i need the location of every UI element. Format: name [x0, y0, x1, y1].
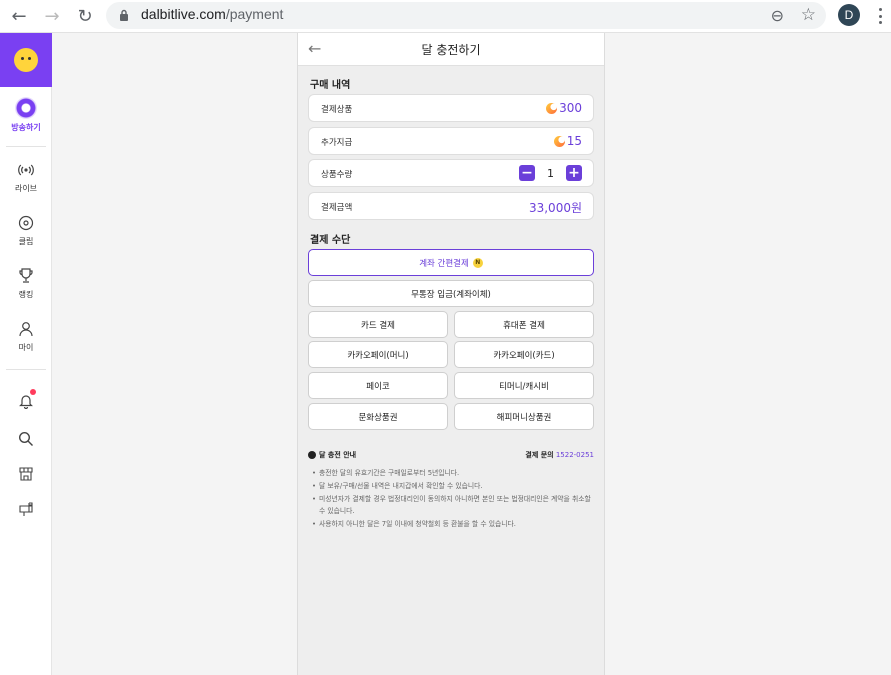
new-badge: N: [472, 257, 483, 268]
moon-coin-icon: [553, 135, 565, 147]
app-logo[interactable]: [0, 33, 52, 87]
back-arrow-icon[interactable]: ←: [8, 5, 30, 27]
bookmark-star-icon[interactable]: ☆: [801, 5, 816, 25]
total-label: 결제금액: [321, 203, 353, 213]
bank-transfer-button[interactable]: 무통장 입금(계좌이체): [308, 280, 594, 307]
kakaopay-card-button[interactable]: 카카오페이(카드): [454, 341, 594, 368]
product-label: 결제상품: [321, 105, 353, 115]
sidebar: 방송하기 라이브 클립 랭킹 마이: [0, 33, 52, 675]
sidebar-item-label: 방송하기: [11, 123, 41, 132]
quantity-stepper: − 1 +: [519, 165, 582, 181]
reload-icon[interactable]: ↻: [74, 5, 96, 27]
menu-kebab-icon[interactable]: [872, 6, 888, 26]
sidebar-item-label: 라이브: [14, 184, 38, 193]
notification-button[interactable]: [0, 391, 52, 411]
logo-face-icon: [14, 48, 38, 72]
broadcast-icon: [15, 97, 37, 119]
divider: [6, 369, 46, 370]
trophy-icon: [16, 266, 36, 286]
profile-avatar[interactable]: D: [838, 4, 860, 26]
list-item: 미성년자가 결제할 경우 법정대리인이 동의하지 아니하면 본인 또는 법정대리…: [312, 493, 594, 519]
decrease-button[interactable]: −: [519, 165, 535, 181]
notice-title: 달 충전 안내: [308, 450, 356, 460]
sidebar-item-label: 마이: [18, 343, 34, 352]
bonus-row: 추가지급 15: [308, 127, 594, 155]
tmoney-button[interactable]: 티머니/캐시비: [454, 372, 594, 399]
list-item: 충전한 달의 유효기간은 구매일로부터 5년입니다.: [312, 467, 594, 480]
mailbox-button[interactable]: [0, 499, 52, 519]
user-icon: [16, 319, 36, 339]
url-text: dalbitlive.com/payment: [141, 6, 284, 22]
search-button[interactable]: [0, 429, 52, 449]
payment-section-title: 결제 수단: [310, 235, 351, 246]
card-pay-button[interactable]: 카드 결제: [308, 311, 448, 338]
list-item: 사용하지 아니한 달은 7일 이내에 청약철회 등 환불을 할 수 있습니다.: [312, 518, 594, 531]
bonus-value: 15: [553, 134, 582, 148]
product-value: 300: [546, 101, 582, 115]
sidebar-item-my[interactable]: 마이: [0, 319, 52, 353]
sidebar-item-label: 클립: [18, 237, 34, 246]
sidebar-item-clip[interactable]: 클립: [0, 213, 52, 247]
quantity-label: 상품수량: [321, 170, 353, 180]
culture-giftcard-button[interactable]: 문화상품권: [308, 403, 448, 430]
page-header: ← 달 충전하기: [298, 33, 604, 66]
page-title: 달 충전하기: [421, 43, 481, 57]
sidebar-item-broadcast[interactable]: 방송하기: [0, 97, 52, 133]
address-bar[interactable]: dalbitlive.com/payment ⊖ ☆: [106, 2, 826, 29]
search-icon: [16, 429, 36, 449]
clip-disc-icon: [16, 213, 36, 233]
payco-button[interactable]: 페이코: [308, 372, 448, 399]
product-row: 결제상품 300: [308, 94, 594, 122]
total-value: 33,000원: [528, 201, 582, 215]
button-label: 계좌 간편결제: [419, 258, 469, 269]
happymoney-giftcard-button[interactable]: 해피머니상품권: [454, 403, 594, 430]
bonus-label: 추가지급: [321, 138, 353, 148]
kakaopay-money-button[interactable]: 카카오페이(머니): [308, 341, 448, 368]
sidebar-item-live[interactable]: 라이브: [0, 160, 52, 194]
phone-pay-button[interactable]: 휴대폰 결제: [454, 311, 594, 338]
inquiry-phone[interactable]: 1522-0251: [556, 451, 594, 459]
info-icon: [308, 451, 316, 459]
notice-list: 충전한 달의 유효기간은 구매일로부터 5년입니다. 달 보유/구매/선물 내역…: [312, 467, 594, 531]
browser-toolbar: ← → ↻ dalbitlive.com/payment ⊖ ☆ D: [0, 0, 891, 33]
quantity-row: 상품수량 − 1 +: [308, 159, 594, 187]
purchase-section-title: 구매 내역: [310, 80, 351, 91]
increase-button[interactable]: +: [566, 165, 582, 181]
mailbox-icon: [16, 499, 36, 519]
lock-icon: [120, 9, 128, 21]
list-item: 달 보유/구매/선물 내역은 내지갑에서 확인할 수 있습니다.: [312, 480, 594, 493]
store-icon: [16, 464, 36, 484]
total-row: 결제금액 33,000원: [308, 192, 594, 220]
sidebar-item-ranking[interactable]: 랭킹: [0, 266, 52, 300]
store-button[interactable]: [0, 464, 52, 484]
inquiry-contact: 결제 문의 1522-0251: [525, 451, 594, 459]
quantity-value: 1: [547, 166, 554, 180]
easy-account-pay-button[interactable]: 계좌 간편결제 N: [308, 249, 594, 276]
sidebar-item-label: 랭킹: [18, 290, 34, 299]
moon-coin-icon: [546, 102, 558, 114]
live-radio-icon: [16, 160, 36, 180]
forward-arrow-icon[interactable]: →: [41, 5, 63, 27]
divider: [6, 146, 46, 147]
notification-dot: [30, 389, 36, 395]
payment-panel: ← 달 충전하기 구매 내역 결제상품 300 추가지급 15 상품수량 − 1…: [297, 33, 605, 675]
zoom-icon[interactable]: ⊖: [771, 6, 784, 25]
